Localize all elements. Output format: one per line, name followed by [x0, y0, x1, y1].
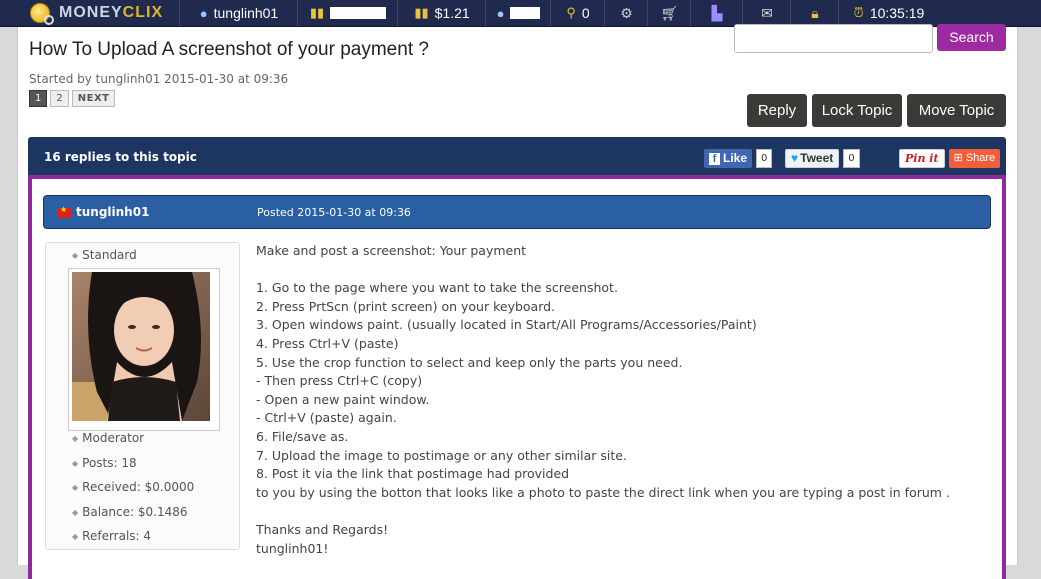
alarm-clock-icon: ⏰︎	[853, 5, 864, 20]
post-line: 2. Press PrtScn (print screen) on your k…	[256, 298, 556, 314]
nav-messages[interactable]: ✉	[742, 0, 791, 26]
post-header: tunglinh01 Posted 2015-01-30 at 09:36	[43, 195, 991, 229]
post-author[interactable]: tunglinh01	[76, 205, 149, 219]
author-rank-moderator: Moderator	[72, 431, 144, 445]
site-logo[interactable]: MONEYCLIX	[30, 0, 163, 26]
nav-shop[interactable]: 🛒︎	[647, 0, 691, 26]
nav-balance[interactable]: ▮▮ $1.21	[397, 0, 486, 26]
post-container: tunglinh01 Posted 2015-01-30 at 09:36 St…	[28, 175, 1006, 579]
post-date: Posted 2015-01-30 at 09:36	[257, 206, 411, 219]
reply-button[interactable]: Reply	[747, 94, 807, 127]
nav-referrals[interactable]: ●	[485, 0, 551, 26]
post-line: to you by using the botton that looks li…	[256, 484, 950, 500]
facebook-like-button[interactable]: f Like	[704, 149, 753, 168]
post-body: Make and post a screenshot: Your payment…	[256, 242, 976, 558]
author-referrals: Referrals: 4	[72, 529, 151, 543]
referrals-icon: ●	[496, 5, 505, 21]
facebook-like-count: 0	[756, 149, 773, 168]
envelope-icon: ✉	[761, 4, 773, 21]
move-topic-button[interactable]: Move Topic	[907, 94, 1006, 127]
pinterest-button[interactable]: Pin it	[899, 149, 945, 168]
user-icon: ●	[199, 5, 208, 21]
nav-user[interactable]: ● tunglinh01	[179, 0, 298, 26]
post-line: Thanks and Regards!	[256, 521, 389, 537]
tweet-count: 0	[843, 149, 860, 168]
author-avatar-frame	[68, 268, 220, 431]
pagination: 1 2 NEXT	[29, 90, 116, 107]
twitter-bird-icon: ♥	[791, 151, 799, 165]
cart-count: 0	[581, 5, 590, 21]
post-line: 4. Press Ctrl+V (paste)	[256, 335, 399, 351]
post-line: 8. Post it via the link that postimage h…	[256, 466, 570, 482]
topic-started-by: Started by tunglinh01 2015-01-30 at 09:3…	[29, 72, 289, 86]
post-line	[256, 261, 976, 280]
clock-time: 10:35:19	[869, 5, 925, 21]
post-line: 7. Upload the image to postimage or any …	[256, 447, 627, 463]
post-line: 5. Use the crop function to select and k…	[256, 354, 683, 370]
redacted-referrals	[510, 7, 541, 19]
nav-clock: ⏰︎ 10:35:19	[838, 0, 939, 26]
lock-icon: 🔒︎	[811, 4, 819, 21]
post-line: Make and post a screenshot: Your payment	[256, 243, 527, 258]
coins-icon: ▮▮	[309, 5, 325, 20]
page-2-button[interactable]: 2	[50, 90, 69, 107]
topic-title: How To Upload A screenshot of your payme…	[29, 39, 429, 60]
lock-topic-button[interactable]: Lock Topic	[812, 94, 902, 127]
author-sidebar: Standard Moderato	[45, 242, 240, 550]
money-icon: ▮▮	[414, 5, 429, 20]
author-balance: Balance: $0.1486	[72, 505, 187, 519]
share-widgets: Pin it ⊞ Share	[899, 149, 1001, 168]
avatar[interactable]	[72, 272, 210, 421]
nav-stats[interactable]: ▙	[690, 0, 743, 26]
coin-magnifier-icon	[30, 3, 54, 25]
balance-label: $1.21	[434, 5, 470, 21]
bike-icon: ⚲	[566, 5, 576, 20]
nav-security[interactable]: 🔒︎	[790, 0, 839, 26]
search-input[interactable]	[734, 24, 933, 53]
tweet-widget[interactable]: ♥ Tweet 0	[785, 149, 860, 168]
author-rank-standard: Standard	[72, 248, 137, 262]
post-line	[256, 502, 976, 521]
post-line: 6. File/save as.	[256, 428, 349, 444]
author-posts: Posts: 18	[72, 456, 137, 470]
forum-page: Search How To Upload A screenshot of you…	[17, 24, 1018, 579]
post-line: 1. Go to the page where you want to take…	[256, 280, 618, 296]
post-line: - Ctrl+V (paste) again.	[256, 410, 397, 426]
post-line: - Then press Ctrl+C (copy)	[256, 373, 423, 389]
vietnam-flag-icon	[57, 205, 71, 218]
page-1-button[interactable]: 1	[29, 90, 48, 107]
username-label: tunglinh01	[213, 5, 279, 21]
nav-rented[interactable]: ⚲ 0	[550, 0, 605, 26]
replies-count: 16 replies to this topic	[44, 150, 197, 164]
topic-header: 16 replies to this topic f Like 0 ♥ Tweet …	[28, 137, 1006, 175]
facebook-icon: f	[709, 153, 720, 165]
redacted-value	[330, 7, 387, 19]
author-received: Received: $0.0000	[72, 480, 194, 494]
gear-icon: ⚙	[620, 4, 633, 21]
nav-settings[interactable]: ⚙	[604, 0, 648, 26]
plus-icon: ⊞	[953, 152, 966, 164]
cart-icon: 🛒︎	[660, 4, 679, 21]
post-line: 3. Open windows paint. (usually located …	[256, 317, 757, 333]
tweet-button[interactable]: ♥ Tweet	[785, 149, 840, 168]
facebook-like-widget[interactable]: f Like 0	[704, 149, 773, 168]
post-line: - Open a new paint window.	[256, 391, 430, 407]
share-button[interactable]: ⊞ Share	[948, 149, 1001, 168]
top-navigation-bar: MONEYCLIX ● tunglinh01 ▮▮ ▮▮ $1.21 ● ⚲ 0…	[0, 0, 1041, 27]
search-button[interactable]: Search	[937, 24, 1006, 51]
bar-chart-icon: ▙	[711, 4, 723, 21]
logo-text: MONEYCLIX	[59, 4, 164, 21]
post-line: tunglinh01!	[256, 540, 329, 556]
next-page-button[interactable]: NEXT	[71, 90, 116, 107]
nav-points[interactable]: ▮▮	[297, 0, 398, 26]
